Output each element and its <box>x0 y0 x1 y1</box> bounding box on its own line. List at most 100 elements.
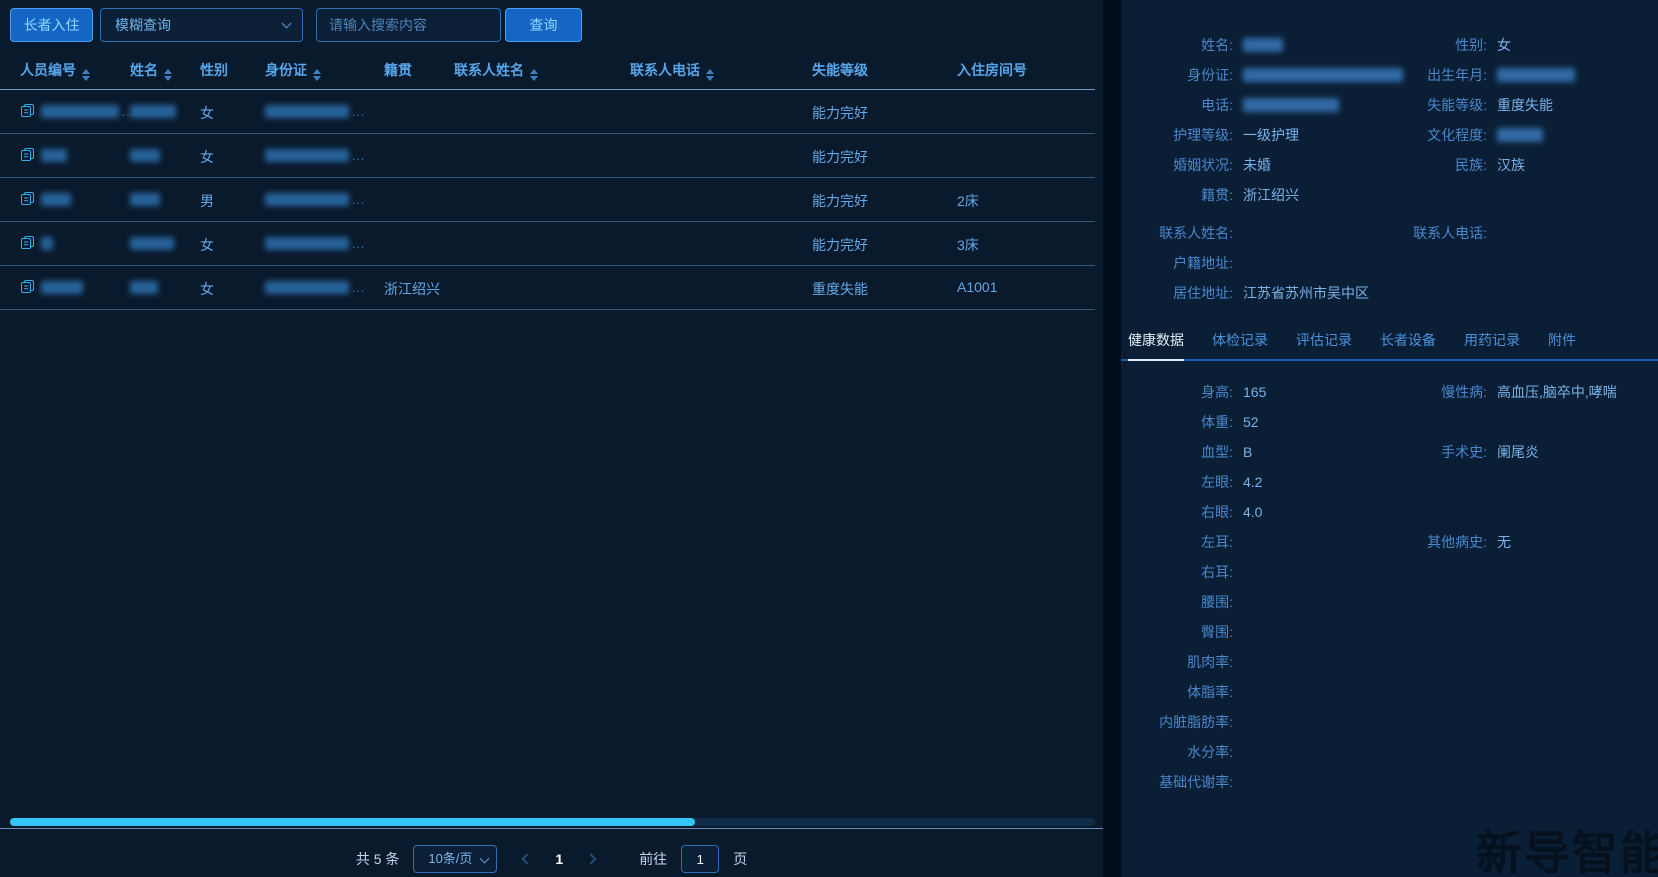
table-row[interactable]: 男…能力完好2床 <box>0 178 1095 222</box>
field-value: 浙江绍兴 <box>1233 185 1403 205</box>
toolbar: 长者入住 模糊查询 查询 <box>0 8 1103 44</box>
health-row: 右眼:4.0 <box>1121 497 1658 527</box>
health-row: 血型:B手术史:阑尾炎 <box>1121 437 1658 467</box>
health-data-section: 身高:165慢性病:高血压,脑卒中,哮喘体重:52血型:B手术史:阑尾炎左眼:4… <box>1121 361 1658 797</box>
page-unit-label: 页 <box>733 849 747 869</box>
field-label: 性别: <box>1403 35 1487 55</box>
field-value: B <box>1233 444 1403 460</box>
info-row: 户籍地址: <box>1121 248 1658 278</box>
search-input[interactable] <box>316 8 501 42</box>
current-page[interactable]: 1 <box>545 851 573 867</box>
horizontal-scrollbar-track[interactable] <box>10 818 1095 826</box>
column-header-contact_phone[interactable]: 联系人电话 <box>630 60 714 81</box>
health-row: 基础代谢率: <box>1121 767 1658 797</box>
column-header-gender: 性别 <box>200 60 228 80</box>
goto-page-input[interactable] <box>681 845 719 873</box>
field-label: 电话: <box>1121 95 1233 115</box>
tab-评估记录[interactable]: 评估记录 <box>1296 322 1352 359</box>
table-bottom-divider <box>0 828 1103 829</box>
field-value: 高血压,脑卒中,哮喘 <box>1487 382 1658 402</box>
filter-mode-select[interactable]: 模糊查询 <box>100 8 303 42</box>
copy-icon[interactable] <box>20 149 35 165</box>
field-value: 165 <box>1233 384 1403 400</box>
tab-健康数据[interactable]: 健康数据 <box>1128 322 1184 359</box>
field-label: 婚姻状况: <box>1121 155 1233 175</box>
column-header-label: 籍贯 <box>384 62 412 78</box>
info-row: 婚姻状况:未婚民族:汉族 <box>1121 150 1658 180</box>
copy-icon[interactable] <box>20 237 35 253</box>
checkin-button[interactable]: 长者入住 <box>10 8 93 42</box>
redacted-value <box>1497 128 1543 142</box>
field-value: 女 <box>1487 35 1658 55</box>
field-value <box>1487 67 1658 83</box>
field-label: 基础代谢率: <box>1121 772 1233 792</box>
tab-体检记录[interactable]: 体检记录 <box>1212 322 1268 359</box>
resident-list-panel: 长者入住 模糊查询 查询 人员编号 姓名 性别 身份证 籍贯 联系人姓名 联系人电话 失能等级… <box>0 0 1103 877</box>
health-row: 内脏脂肪率: <box>1121 707 1658 737</box>
cell-text: 能力完好 <box>812 237 868 253</box>
sort-icon[interactable] <box>706 69 714 81</box>
field-label: 血型: <box>1121 442 1233 462</box>
cell-text: 3床 <box>957 237 979 253</box>
cell-text: 男 <box>200 193 214 209</box>
health-row: 右耳: <box>1121 557 1658 587</box>
field-value: 未婚 <box>1233 155 1403 175</box>
query-button[interactable]: 查询 <box>505 8 582 42</box>
table-row[interactable]: 女 … 能力完好 3床 <box>0 222 1095 266</box>
sort-icon[interactable] <box>313 69 321 81</box>
cell-text: 女 <box>200 281 214 297</box>
sort-icon[interactable] <box>530 69 538 81</box>
column-header-label: 失能等级 <box>812 62 868 78</box>
sort-icon[interactable] <box>82 69 90 81</box>
info-row: 籍贯:浙江绍兴 <box>1121 180 1658 210</box>
column-header-label: 姓名 <box>130 62 158 78</box>
column-header-name[interactable]: 姓名 <box>130 60 172 81</box>
prev-page-icon[interactable] <box>522 853 533 864</box>
cell-level: 能力完好 <box>812 103 868 123</box>
column-header-label: 身份证 <box>265 62 307 78</box>
health-row: 腰围: <box>1121 587 1658 617</box>
copy-icon[interactable] <box>20 281 35 297</box>
redacted-value <box>1243 38 1283 52</box>
page-size-select[interactable]: 10条/页 <box>413 845 497 873</box>
health-row: 肌肉率: <box>1121 647 1658 677</box>
column-header-idcard[interactable]: 身份证 <box>265 60 321 81</box>
column-header-id[interactable]: 人员编号 <box>20 60 90 81</box>
field-label: 左眼: <box>1121 472 1233 492</box>
cell-id <box>20 279 83 297</box>
cell-id <box>20 147 67 165</box>
copy-icon[interactable] <box>20 193 35 209</box>
table-row[interactable]: 女…浙江绍兴重度失能A1001 <box>0 266 1095 310</box>
redacted-value <box>1497 68 1575 82</box>
horizontal-scrollbar-thumb[interactable] <box>10 818 695 826</box>
column-header-contact_name[interactable]: 联系人姓名 <box>454 60 538 81</box>
table-row[interactable]: …女…能力完好 <box>0 90 1095 134</box>
redacted-value <box>265 237 349 250</box>
field-value <box>1233 67 1403 83</box>
field-value: 阑尾炎 <box>1487 442 1658 462</box>
field-label: 籍贯: <box>1121 185 1233 205</box>
field-label: 肌肉率: <box>1121 652 1233 672</box>
field-label: 身高: <box>1121 382 1233 402</box>
tab-用药记录[interactable]: 用药记录 <box>1464 322 1520 359</box>
cell-text: 女 <box>200 149 214 165</box>
field-value: 无 <box>1487 532 1658 552</box>
tab-附件[interactable]: 附件 <box>1548 322 1576 359</box>
health-row: 身高:165慢性病:高血压,脑卒中,哮喘 <box>1121 377 1658 407</box>
cell-idcard: … <box>265 279 365 295</box>
cell-gender: 女 <box>200 235 214 255</box>
sort-icon[interactable] <box>164 69 172 81</box>
ellipsis-text: … <box>351 279 365 295</box>
column-header-label: 性别 <box>200 62 228 78</box>
cell-gender: 男 <box>200 191 214 211</box>
field-value <box>1233 37 1403 53</box>
next-page-icon[interactable] <box>586 853 597 864</box>
copy-icon[interactable] <box>20 105 35 121</box>
table-row[interactable]: 女…能力完好 <box>0 134 1095 178</box>
tab-长者设备[interactable]: 长者设备 <box>1380 322 1436 359</box>
pagination: 共 5 条 10条/页 1 前往 页 <box>0 842 1103 876</box>
ellipsis-text: … <box>351 191 365 207</box>
cell-idcard: … <box>265 235 365 251</box>
column-header-label: 联系人电话 <box>630 62 700 78</box>
health-row: 体脂率: <box>1121 677 1658 707</box>
